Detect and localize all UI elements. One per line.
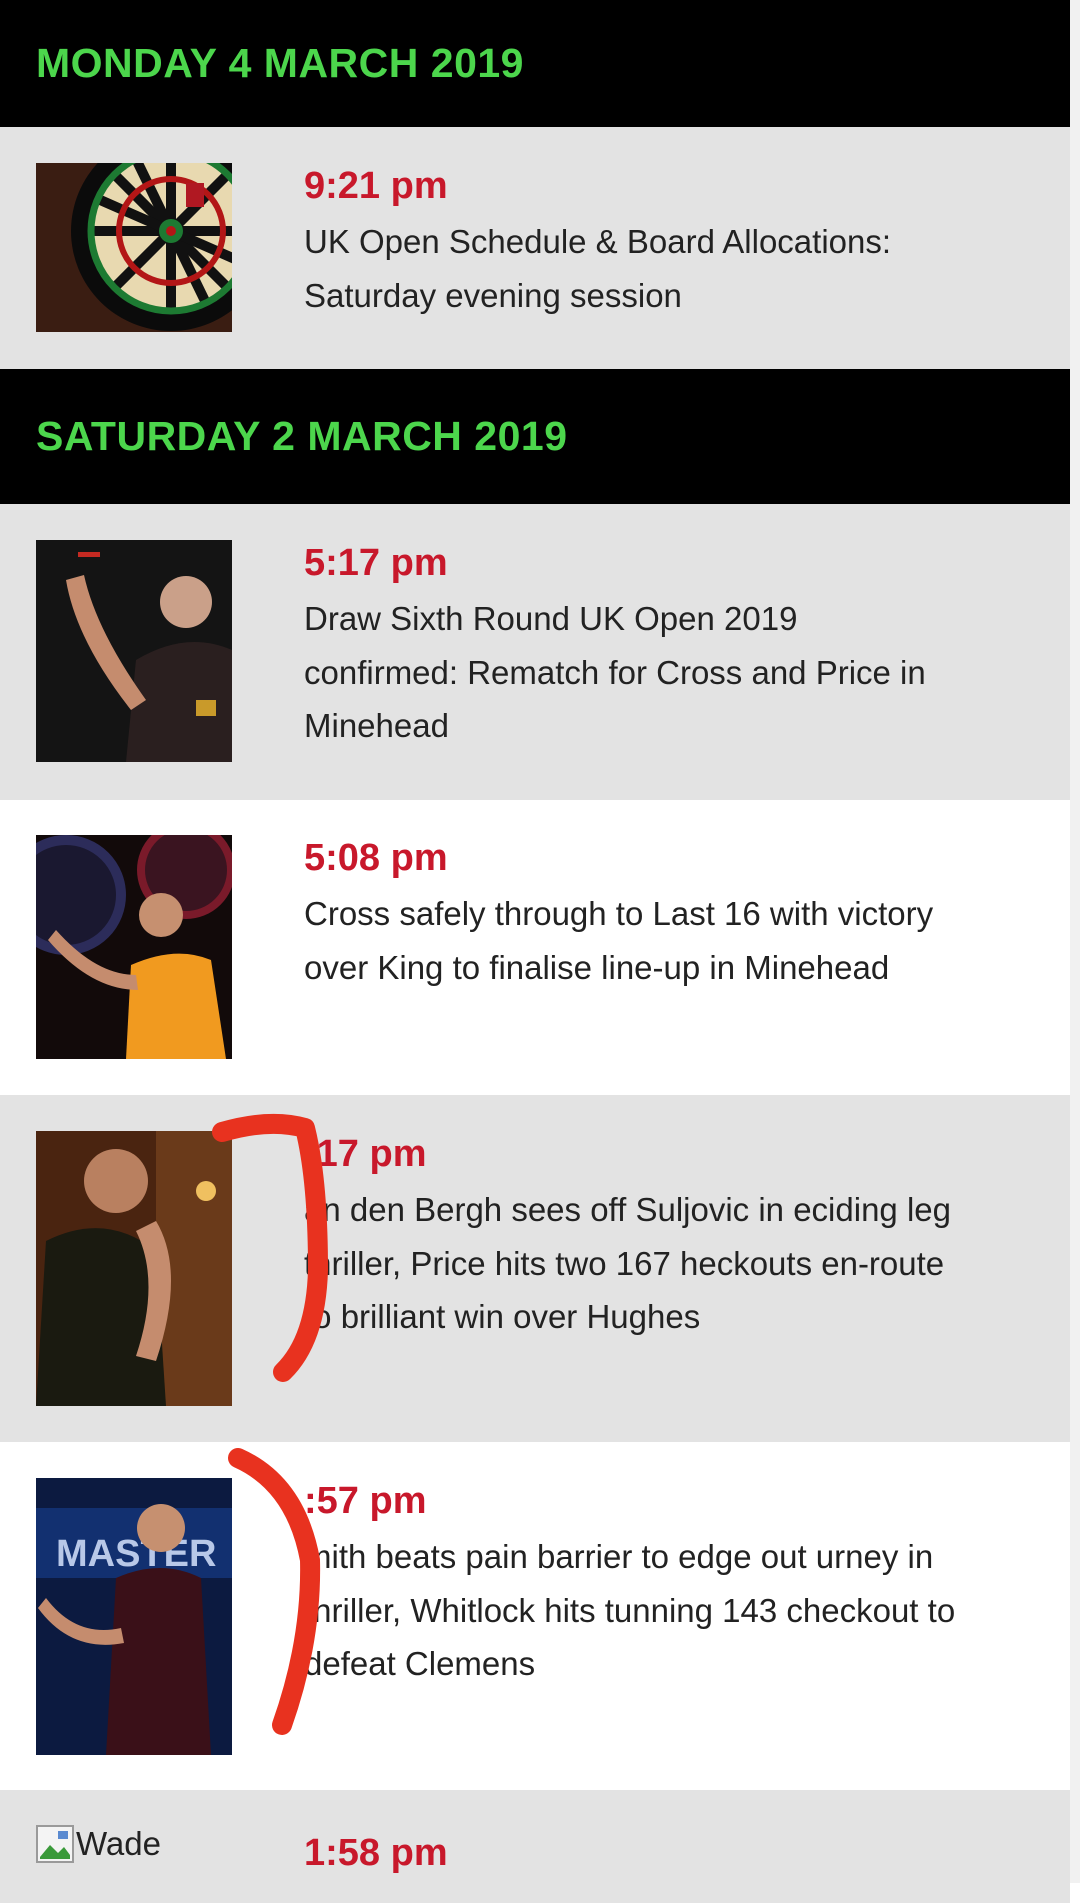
dartboard-thumbnail[interactable] bbox=[36, 163, 232, 332]
news-item-headline[interactable]: an den Bergh sees off Suljovic in ecidin… bbox=[304, 1183, 960, 1344]
darts-player-photo bbox=[36, 540, 232, 762]
broken-image-alt: Wade bbox=[76, 1825, 161, 1862]
news-item[interactable]: 5:17 pm Draw Sixth Round UK Open 2019 co… bbox=[0, 504, 1070, 800]
news-item-headline[interactable]: UK Open Schedule & Board Allocations: Sa… bbox=[304, 215, 960, 322]
broken-thumbnail[interactable]: Wade bbox=[36, 1825, 161, 1863]
player-thumbnail[interactable] bbox=[36, 540, 232, 762]
svg-text:MASTER: MASTER bbox=[56, 1533, 216, 1575]
player-thumbnail[interactable] bbox=[36, 1131, 232, 1406]
news-item[interactable]: MASTER :57 pm mith beats pain barrier to… bbox=[0, 1442, 1070, 1790]
date-header-label: SATURDAY 2 MARCH 2019 bbox=[36, 413, 568, 459]
dartboard-icon bbox=[36, 163, 232, 332]
news-item-time: 1:58 pm bbox=[304, 1832, 448, 1874]
broken-image-icon bbox=[36, 1825, 74, 1863]
news-item-time: 9:21 pm bbox=[304, 165, 448, 207]
news-item-time: 5:08 pm bbox=[304, 837, 448, 879]
news-item-text: :57 pm mith beats pain barrier to edge o… bbox=[304, 1478, 960, 1691]
darts-player-photo: MASTER bbox=[36, 1478, 232, 1755]
news-item-text: 5:17 pm Draw Sixth Round UK Open 2019 co… bbox=[304, 540, 960, 753]
news-item[interactable]: :17 pm an den Bergh sees off Suljovic in… bbox=[0, 1095, 1070, 1442]
news-item-headline[interactable]: mith beats pain barrier to edge out urne… bbox=[304, 1530, 960, 1691]
news-item-time: 5:17 pm bbox=[304, 542, 448, 584]
news-item-text: 1:58 pm bbox=[304, 1830, 960, 1876]
news-item[interactable]: 9:21 pm UK Open Schedule & Board Allocat… bbox=[0, 127, 1070, 369]
darts-player-photo bbox=[36, 1131, 232, 1406]
news-item-text: 9:21 pm UK Open Schedule & Board Allocat… bbox=[304, 163, 960, 322]
player-thumbnail[interactable]: MASTER bbox=[36, 1478, 232, 1755]
news-item-text: :17 pm an den Bergh sees off Suljovic in… bbox=[304, 1131, 960, 1344]
date-header: SATURDAY 2 MARCH 2019 bbox=[0, 369, 1070, 504]
news-item-time: :57 pm bbox=[304, 1480, 427, 1522]
date-header-label: MONDAY 4 MARCH 2019 bbox=[36, 40, 524, 86]
player-thumbnail[interactable] bbox=[36, 835, 232, 1059]
news-item-headline[interactable]: Cross safely through to Last 16 with vic… bbox=[304, 887, 960, 994]
date-header: MONDAY 4 MARCH 2019 bbox=[0, 0, 1070, 127]
news-item[interactable]: Wade 1:58 pm bbox=[0, 1790, 1070, 1903]
news-item-text: 5:08 pm Cross safely through to Last 16 … bbox=[304, 835, 960, 994]
news-item-time: :17 pm bbox=[304, 1133, 427, 1175]
news-item-headline[interactable]: Draw Sixth Round UK Open 2019 confirmed:… bbox=[304, 592, 960, 753]
darts-player-photo bbox=[36, 835, 232, 1059]
news-feed: MONDAY 4 MARCH 2019 9:21 pm UK Open Sche… bbox=[0, 0, 1070, 1903]
news-item[interactable]: 5:08 pm Cross safely through to Last 16 … bbox=[0, 800, 1070, 1095]
scrollbar-track[interactable] bbox=[1070, 0, 1080, 1883]
